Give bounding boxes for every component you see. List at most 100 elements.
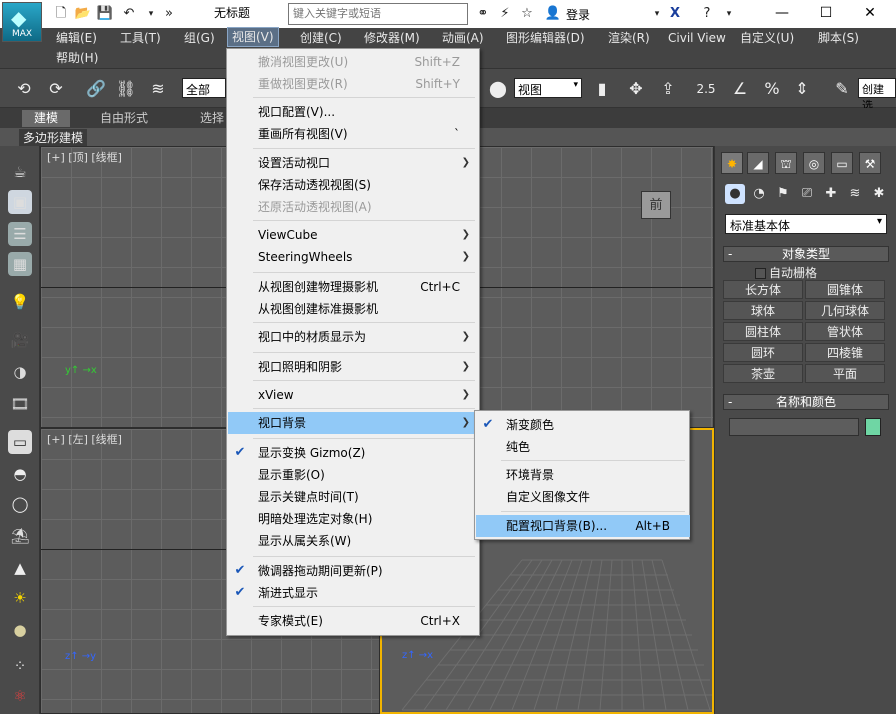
bowl-icon[interactable]: ⛱ (8, 524, 32, 548)
menu-tools[interactable]: 工具(T) (120, 29, 161, 47)
light-icon[interactable]: 💡 (8, 290, 32, 314)
reference-coordinate-select[interactable]: 视图 ▾ (514, 78, 582, 98)
menu-scripting[interactable]: 脚本(S) (818, 29, 859, 47)
cone-icon[interactable]: ▲ (8, 556, 32, 580)
star-icon[interactable]: ☆ (518, 5, 536, 23)
object-name-input[interactable] (729, 418, 859, 436)
plane-icon[interactable]: ▭ (8, 430, 32, 454)
pivot-center-icon[interactable]: ▮ (590, 77, 614, 101)
menu-group[interactable]: 组(G) (184, 29, 215, 47)
display-tab-icon[interactable]: ▭ (831, 152, 853, 174)
circle-icon[interactable]: ◯ (8, 492, 32, 516)
motion-tab-icon[interactable]: ◎ (803, 152, 825, 174)
select-manipulate-icon[interactable]: ✥ (624, 77, 648, 101)
viewcube[interactable]: 前 (641, 191, 671, 219)
teapot-icon[interactable]: ☕ (8, 160, 32, 184)
keyboard-shortcut-icon[interactable]: ⇪ (656, 77, 680, 101)
bg-submenu-item-2[interactable]: 环境背景 (476, 464, 690, 486)
menu-help[interactable]: 帮助(H) (56, 49, 98, 67)
view-menu-item-3[interactable]: 重画所有视图(V) ` (228, 123, 480, 145)
search-input[interactable] (288, 3, 468, 25)
view-menu-item-22[interactable]: 专家模式(E) Ctrl+X (228, 610, 480, 632)
help-dropdown-icon[interactable]: ▾ (720, 5, 738, 23)
exchange-icon[interactable]: X (666, 5, 684, 23)
bg-submenu-item-4[interactable]: 配置视口背景(B)... Alt+B (476, 515, 690, 537)
open-file-icon[interactable]: 📂 (74, 5, 92, 23)
menu-edit[interactable]: 编辑(E) (56, 29, 97, 47)
menu-graph-editors[interactable]: 图形编辑器(D) (506, 29, 585, 47)
geosphere-button[interactable]: 几何球体 (805, 301, 885, 320)
object-type-rollout-header[interactable]: - 对象类型 (723, 246, 889, 262)
modify-tab-icon[interactable]: ◢ (747, 152, 769, 174)
particles-icon[interactable]: ⁘ (8, 654, 32, 678)
view-menu-item-18[interactable]: 明暗处理选定对象(H) (228, 508, 480, 530)
binoculars-icon[interactable]: ⚭ (474, 5, 492, 23)
pyramid-button[interactable]: 四棱锥 (805, 343, 885, 362)
tab-freeform[interactable]: 自由形式 (88, 110, 160, 127)
grid-panel-icon[interactable]: ▦ (8, 252, 32, 276)
viewport-label[interactable]: [+] [左] [线框] (47, 431, 122, 447)
help-icon[interactable]: ? (698, 5, 716, 23)
sphere-icon[interactable]: ● (8, 618, 32, 642)
sphere-button[interactable]: 球体 (723, 301, 803, 320)
tube-button[interactable]: 管状体 (805, 322, 885, 341)
plane-button[interactable]: 平面 (805, 364, 885, 383)
user-icon[interactable]: 👤 (544, 5, 562, 23)
viewport-label[interactable]: [+] [顶] [线框] (47, 149, 122, 165)
tab-modeling[interactable]: 建模 (22, 110, 71, 127)
view-menu-item-4[interactable]: 设置活动视口 ❯ (228, 152, 480, 174)
molecule-icon[interactable]: ⚛ (8, 684, 32, 708)
primitive-category-select[interactable]: 标准基本体 ▾ (725, 214, 887, 234)
utilities-tab-icon[interactable]: ⚒ (859, 152, 881, 174)
link-icon[interactable]: 🔗 (84, 77, 108, 101)
view-menu-item-17[interactable]: 显示关键点时间(T) (228, 486, 480, 508)
view-menu-item-14[interactable]: 视口背景 ❯ (228, 412, 480, 434)
view-menu-item-16[interactable]: 显示重影(O) (228, 464, 480, 486)
unlink-icon[interactable]: ⛓ (114, 77, 138, 101)
teapot-button[interactable]: 茶壶 (723, 364, 803, 383)
undo-icon[interactable]: ↶ (120, 5, 138, 23)
lights-icon[interactable]: ⚑ (773, 184, 793, 204)
view-menu-item-9[interactable]: 从视图创建物理摄影机 Ctrl+C (228, 276, 480, 298)
undo-arrow-icon[interactable]: ⟲ (12, 77, 36, 101)
view-menu-item-13[interactable]: xView ❯ (228, 384, 480, 406)
cone-button[interactable]: 圆锥体 (805, 280, 885, 299)
layers-icon[interactable]: ☰ (8, 222, 32, 246)
menu-animation[interactable]: 动画(A) (442, 29, 484, 47)
redo-arrow-icon[interactable]: ⟳ (44, 77, 68, 101)
edit-named-selection-icon[interactable]: ✎ (830, 77, 854, 101)
sphere-half-icon[interactable]: ◑ (8, 360, 32, 384)
bg-submenu-item-0[interactable]: ✔ 渐变颜色 (476, 414, 690, 436)
bg-submenu-item-1[interactable]: 纯色 (476, 436, 690, 458)
close-button[interactable]: ✕ (850, 0, 890, 28)
geometry-icon[interactable]: ● (725, 184, 745, 204)
film-icon[interactable]: 🎞 (8, 392, 32, 416)
cameras-icon[interactable]: ⎚ (797, 184, 817, 204)
menu-view[interactable]: 视图(V) (227, 27, 279, 47)
view-menu-item-20[interactable]: ✔ 微调器拖动期间更新(P) (228, 560, 480, 582)
systems-icon[interactable]: ✱ (869, 184, 889, 204)
subscription-icon[interactable]: ⚡ (496, 5, 514, 23)
sun-icon[interactable]: ☀ (8, 586, 32, 610)
menu-customize[interactable]: 自定义(U) (740, 29, 794, 47)
view-menu-item-11[interactable]: 视口中的材质显示为 ❯ (228, 326, 480, 348)
view-menu-item-2[interactable]: 视口配置(V)... (228, 101, 480, 123)
scene-explorer-icon[interactable]: ▣ (8, 190, 32, 214)
login-link[interactable]: 登录 (566, 6, 590, 23)
maximize-button[interactable]: ☐ (806, 0, 846, 28)
shapes-icon[interactable]: ◔ (749, 184, 769, 204)
hemisphere-icon[interactable]: ◓ (8, 462, 32, 486)
view-menu-item-7[interactable]: ViewCube ❯ (228, 224, 480, 246)
undo-dropdown-icon[interactable]: ▾ (142, 5, 160, 23)
view-menu-item-12[interactable]: 视口照明和阴影 ❯ (228, 356, 480, 378)
menu-civil-view[interactable]: Civil View (668, 29, 726, 47)
view-menu-item-6[interactable]: 还原活动透视视图(A) (228, 196, 480, 218)
view-menu-item-15[interactable]: ✔ 显示变换 Gizmo(Z) (228, 442, 480, 464)
spinner-snap-icon[interactable]: ⇕ (790, 77, 814, 101)
save-icon[interactable]: 💾 (96, 5, 114, 23)
menu-rendering[interactable]: 渲染(R) (608, 29, 650, 47)
view-menu-item-1[interactable]: 重做视图更改(R) Shift+Y (228, 73, 480, 95)
percent-snap-icon[interactable]: % (760, 77, 784, 101)
polygon-modeling-label[interactable]: 多边形建模 (19, 129, 88, 146)
bg-submenu-item-3[interactable]: 自定义图像文件 (476, 486, 690, 508)
